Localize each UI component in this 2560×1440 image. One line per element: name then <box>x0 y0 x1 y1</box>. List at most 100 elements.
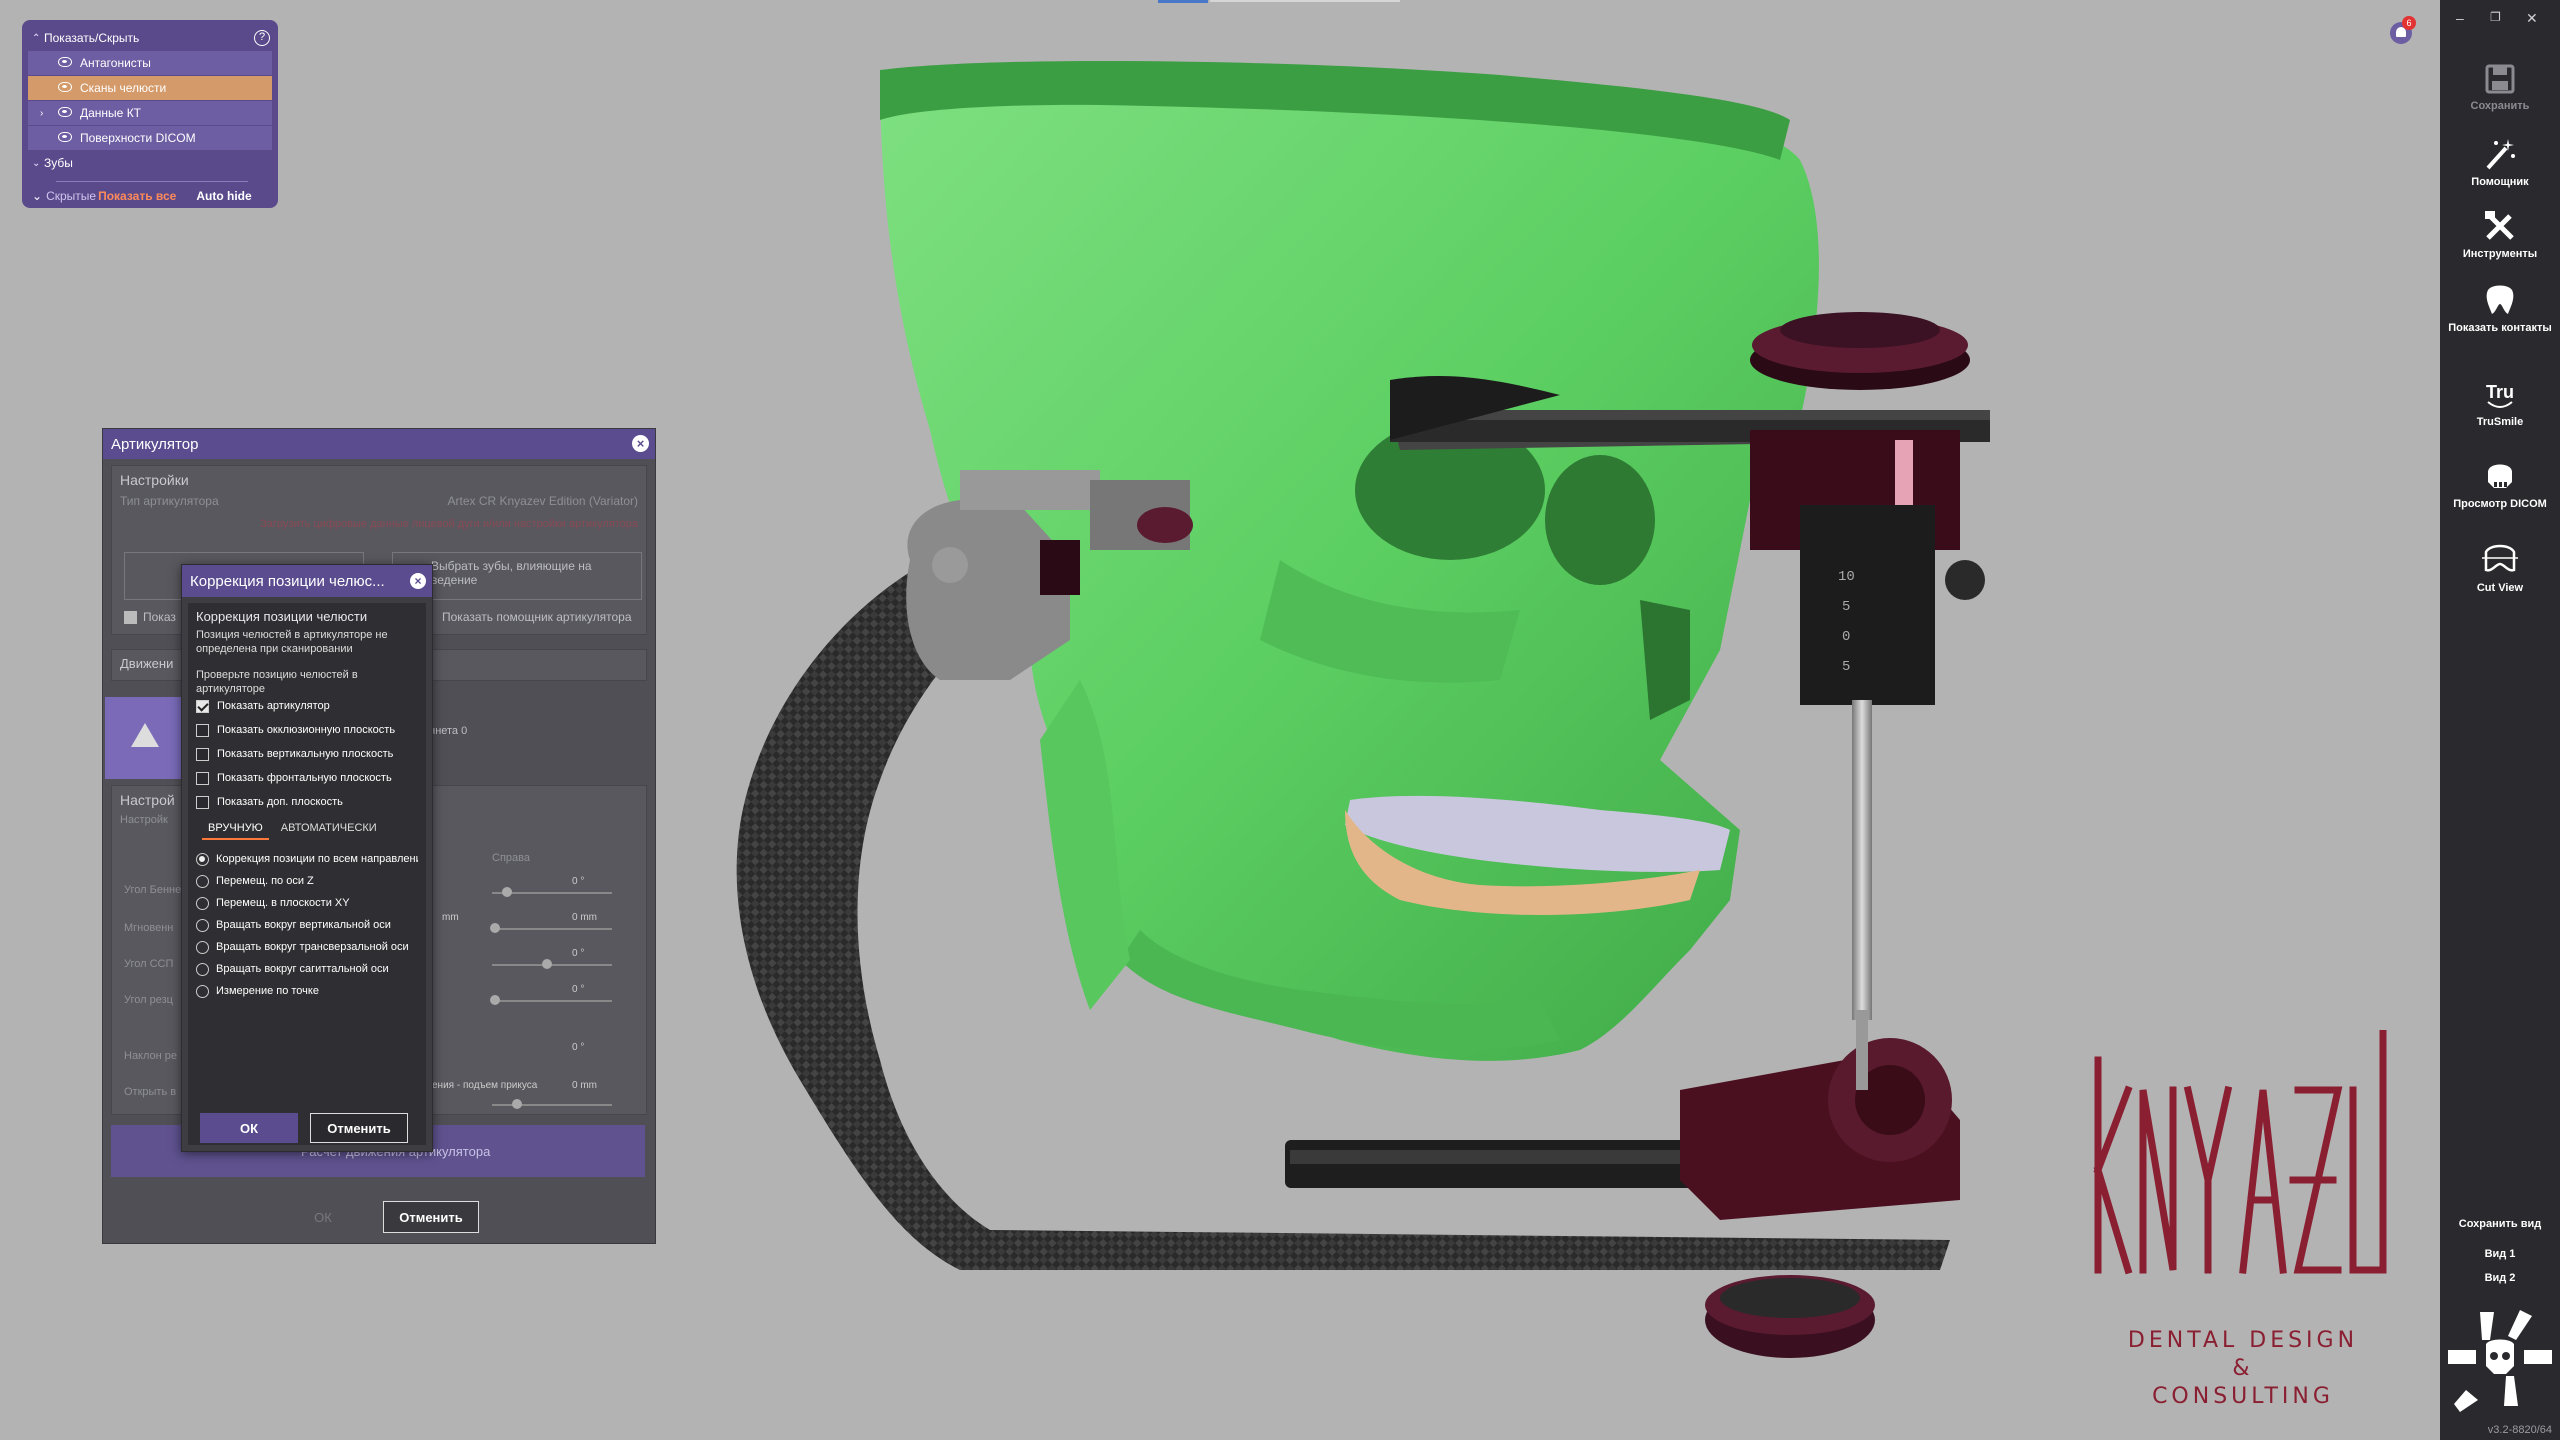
articulator-ok-button[interactable]: ОК <box>275 1201 371 1233</box>
radio-rotate-transverse[interactable]: Вращать вокруг трансверзальной оси <box>196 936 418 958</box>
warning-icon <box>131 723 159 747</box>
teeth-group[interactable]: ⌄ Зубы <box>28 151 272 175</box>
eye-icon[interactable] <box>58 57 72 67</box>
eye-icon[interactable] <box>58 82 72 92</box>
close-icon[interactable]: × <box>632 435 649 452</box>
radio[interactable] <box>196 918 209 932</box>
slider-handle[interactable] <box>512 1099 522 1109</box>
radio-rotate-sagittal[interactable]: Вращать вокруг сагиттальной оси <box>196 958 418 980</box>
check-label: Показать окклюзионную плоскость <box>217 724 396 736</box>
checkbox[interactable] <box>196 772 209 785</box>
contacts-tool[interactable]: Показать контакты <box>2440 282 2560 334</box>
articulator-type-row[interactable]: Тип артикулятора Artex CR Knyazev Editio… <box>112 494 646 508</box>
tool-label: Инструменты <box>2462 248 2538 260</box>
svg-text:5: 5 <box>1842 599 1850 615</box>
tab-automatic[interactable]: АВТОМАТИЧЕСКИ <box>275 820 383 840</box>
checkbox-checked[interactable] <box>196 700 209 713</box>
immediate-shift-value[interactable]: 0 mm <box>572 912 597 923</box>
eye-hidden-icon[interactable] <box>58 107 72 117</box>
close-icon[interactable]: × <box>410 573 426 589</box>
load-hint[interactable]: Загрузить цифровые данные лицевой дуги и… <box>260 518 638 530</box>
incisal-angle-value[interactable]: 0 ° <box>572 984 584 995</box>
view-1-button[interactable]: Вид 1 <box>2440 1248 2560 1260</box>
right-toolbar: – ❐ ✕ Сохранить Помощник Инструменты Пок… <box>2440 0 2560 1440</box>
check-show-vertical-plane[interactable]: Показать вертикальную плоскость <box>196 748 418 761</box>
chevron-down-icon: ⌄ <box>32 157 41 169</box>
radio-move-z[interactable]: Перемещ. по оси Z <box>196 870 418 892</box>
restore-icon[interactable]: ❐ <box>2490 10 2501 24</box>
radio-measure-point[interactable]: Измерение по точке <box>196 980 418 1002</box>
save-tool[interactable]: Сохранить <box>2440 62 2560 112</box>
show-all-button[interactable]: Показать все <box>98 189 176 203</box>
radio-rotate-vertical[interactable]: Вращать вокруг вертикальной оси <box>196 914 418 936</box>
radio-selected[interactable] <box>196 852 209 866</box>
knyazev-logo-mark <box>2093 1026 2387 1275</box>
dicom-view-tool[interactable]: Просмотр DICOM <box>2440 458 2560 510</box>
mode-tabs: ВРУЧНУЮ АВТОМАТИЧЕСКИ <box>202 820 418 840</box>
articulator-cancel-button[interactable]: Отменить <box>383 1201 479 1233</box>
slider-handle[interactable] <box>490 923 500 933</box>
checkbox[interactable] <box>196 748 209 761</box>
bite-raise-value[interactable]: 0 mm <box>572 1080 597 1091</box>
bennett-angle-value[interactable]: 0 ° <box>572 876 584 887</box>
trusmile-icon: Tru <box>2486 382 2514 408</box>
chevron-up-icon: ⌃ <box>32 32 41 44</box>
tools-tool[interactable]: Инструменты <box>2440 208 2560 260</box>
eye-icon[interactable] <box>58 132 72 142</box>
checkbox[interactable] <box>196 796 209 809</box>
helper-tool[interactable]: Помощник <box>2440 136 2560 188</box>
sci-angle-value[interactable]: 0 ° <box>572 948 584 959</box>
layer-item-ct-data[interactable]: › Данные КТ <box>28 101 272 125</box>
save-view-button[interactable]: Сохранить вид <box>2440 1218 2560 1230</box>
layer-item-antagonists[interactable]: Антагонисты <box>28 51 272 75</box>
cut-view-icon <box>2482 544 2518 572</box>
check-show-articulator[interactable]: Показать артикулятор <box>196 700 418 713</box>
svg-text:5: 5 <box>1842 659 1850 675</box>
slider-handle[interactable] <box>490 995 500 1005</box>
radio[interactable] <box>196 984 209 998</box>
helper-label[interactable]: Показать помощник артикулятора <box>442 610 632 624</box>
slider-handle[interactable] <box>502 887 512 897</box>
help-icon[interactable]: ? <box>254 30 270 46</box>
type-value[interactable]: Artex CR Knyazev Edition (Variator) <box>447 494 638 508</box>
tools-icon <box>2485 211 2514 240</box>
notification-count-badge: 6 <box>2402 16 2416 30</box>
radio-move-xy[interactable]: Перемещ. в плоскости XY <box>196 892 418 914</box>
chevron-down-icon[interactable]: ⌄ <box>32 189 42 203</box>
notifications-button[interactable]: 6 <box>2390 16 2416 44</box>
auto-hide-button[interactable]: Auto hide <box>196 189 251 203</box>
check-show-extra-plane[interactable]: Показать доп. плоскость <box>196 796 418 809</box>
radio[interactable] <box>196 874 209 888</box>
show-hide-header[interactable]: ⌃ Показать/Скрыть ? <box>28 26 272 50</box>
radio[interactable] <box>196 896 209 910</box>
jaw-cancel-button[interactable]: Отменить <box>310 1113 408 1143</box>
trusmile-tool[interactable]: Tru TruSmile <box>2440 380 2560 428</box>
radio[interactable] <box>196 940 209 954</box>
show-check-row[interactable]: Показ <box>124 610 176 624</box>
radio-all-directions[interactable]: Коррекция позиции по всем направлениям <box>196 848 418 870</box>
chevron-right-icon[interactable]: › <box>40 108 43 119</box>
minimize-icon[interactable]: – <box>2456 10 2464 26</box>
checkbox[interactable] <box>196 724 209 737</box>
view-2-button[interactable]: Вид 2 <box>2440 1272 2560 1284</box>
jaw-ok-button[interactable]: ОК <box>200 1113 298 1143</box>
slider-track[interactable] <box>492 928 612 930</box>
check-show-occlusal-plane[interactable]: Показать окклюзионную плоскость <box>196 724 418 737</box>
incisal-tilt-value[interactable]: 0 ° <box>572 1042 584 1053</box>
logo-line-1: DENTAL DESIGN <box>2127 1328 2359 1353</box>
view-orientation-widget[interactable] <box>2446 1306 2554 1414</box>
radio[interactable] <box>196 962 209 976</box>
slider-handle[interactable] <box>542 959 552 969</box>
check-show-frontal-plane[interactable]: Показать фронтальную плоскость <box>196 772 418 785</box>
checkbox-checked[interactable] <box>124 610 137 624</box>
slider-track[interactable] <box>492 964 612 966</box>
layer-item-jaw-scans[interactable]: Сканы челюсти <box>28 76 272 100</box>
cut-view-tool[interactable]: Cut View <box>2440 542 2560 594</box>
load-hint-row: Загрузить цифровые данные лицевой дуги и… <box>112 508 646 538</box>
tab-manual[interactable]: ВРУЧНУЮ <box>202 820 269 840</box>
layer-item-dicom-surfaces[interactable]: Поверхности DICOM <box>28 126 272 150</box>
slider-track[interactable] <box>492 1000 612 1002</box>
slider-track[interactable] <box>492 1104 612 1106</box>
close-window-icon[interactable]: ✕ <box>2526 10 2538 27</box>
jaw-correction-body: Коррекция позиции челюсти Позиция челюст… <box>188 603 426 1145</box>
